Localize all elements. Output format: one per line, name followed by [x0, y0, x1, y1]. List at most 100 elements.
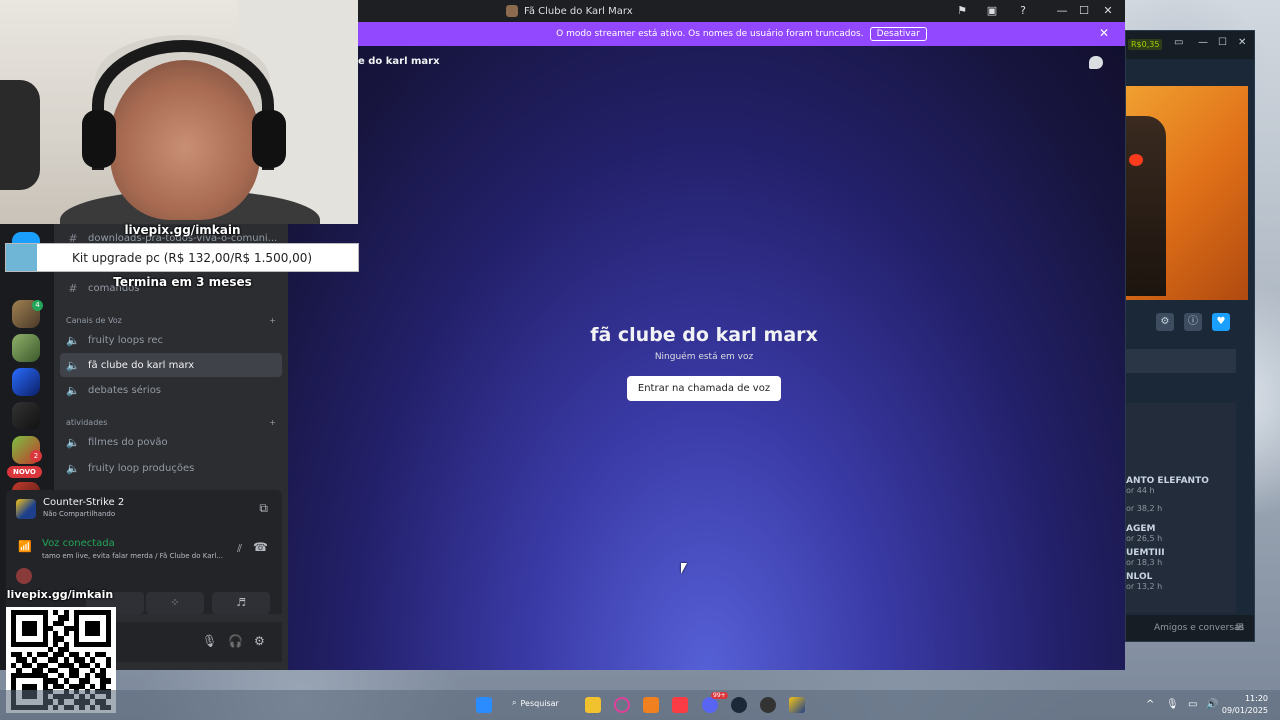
server-icon[interactable] — [12, 402, 40, 430]
screen-share-icon[interactable]: ▣ — [984, 3, 1000, 19]
mouse-cursor — [681, 563, 687, 574]
add-channel-icon[interactable]: + — [269, 316, 276, 325]
tray-mic-icon[interactable]: 🎙 — [1166, 699, 1179, 710]
avatar[interactable] — [16, 568, 32, 584]
steam-taskbar-icon[interactable] — [731, 697, 747, 713]
disable-streamer-mode-button[interactable]: Desativar — [869, 27, 927, 41]
headphones-icon[interactable]: 🎧 — [228, 634, 243, 648]
chat-add-icon[interactable]: ⊞ — [1236, 615, 1244, 641]
music-icon[interactable] — [672, 697, 688, 713]
friend-hours: or 26,5 h — [1126, 534, 1163, 543]
voice-channel[interactable]: 🔈 fruity loop produções — [60, 456, 282, 480]
info-icon[interactable]: ⓘ — [1184, 313, 1202, 331]
webcam-earcup-left — [82, 110, 116, 168]
activities-icon[interactable]: ⁘ — [146, 592, 204, 614]
voice-empty-subtitle: Ninguém está em voz — [654, 352, 754, 362]
signal-icon[interactable]: 📶 — [18, 540, 32, 553]
goal-label: Kit upgrade pc (R$ 132,00/R$ 1.500,00) — [72, 251, 313, 265]
server-icon[interactable] — [12, 334, 40, 362]
category-label: atividades — [66, 418, 108, 427]
file-explorer-icon[interactable] — [585, 697, 601, 713]
help-icon[interactable]: ? — [1015, 3, 1031, 19]
friend-name: UEMTIII — [1126, 548, 1165, 558]
game-name: Counter-Strike 2 — [43, 497, 125, 508]
channel-label: filmes do povão — [88, 436, 168, 448]
screen-share-icon[interactable]: ⧉ — [259, 501, 268, 516]
server-icon[interactable] — [12, 368, 40, 396]
minimize-icon[interactable]: — — [1054, 3, 1070, 19]
friend-hours: or 44 h — [1126, 486, 1155, 495]
tray-expand-icon[interactable]: ^ — [1146, 699, 1154, 710]
webcam-microphone — [0, 80, 40, 190]
game-hero-art[interactable] — [1126, 86, 1248, 300]
fl-studio-icon[interactable] — [643, 697, 659, 713]
gear-icon[interactable]: ⚙ — [254, 634, 265, 648]
voice-channel[interactable]: 🔈 filmes do povão — [60, 430, 282, 454]
channel-label: fruity loop produções — [88, 462, 195, 474]
cs2-taskbar-icon[interactable] — [789, 697, 805, 713]
discord-taskbar-icon[interactable] — [702, 697, 718, 713]
window-title: Fã Clube do Karl Marx — [524, 5, 633, 17]
taskbar-search[interactable]: ⌕ Pesquisar — [512, 698, 559, 708]
search-icon: ⌕ — [512, 698, 517, 707]
voice-empty-state: fã clube do karl marx Ninguém está em vo… — [288, 324, 1120, 401]
steam-minimize-icon[interactable]: — — [1198, 37, 1208, 48]
activity-category[interactable]: atividades + — [66, 418, 276, 427]
qr-module — [105, 662, 111, 668]
qr-module — [105, 678, 111, 684]
steam-game-actions: ⚙ ⓘ ♥ — [1156, 313, 1230, 331]
voice-channel[interactable]: 🔈 debates sérios — [60, 378, 282, 402]
soundboard-icon[interactable]: ♬ — [212, 592, 270, 614]
add-channel-icon[interactable]: + — [269, 418, 276, 427]
chat-icon[interactable] — [1089, 56, 1103, 69]
windows-start-icon[interactable] — [476, 697, 492, 713]
hero-figure — [1126, 116, 1166, 296]
discord-titlebar: Fã Clube do Karl Marx ⚑ ▣ ? — ☐ ✕ — [358, 0, 1125, 22]
steam-search-field[interactable] — [1126, 349, 1236, 373]
steam-close-icon[interactable]: ✕ — [1238, 37, 1246, 48]
voice-channel-selected[interactable]: 🔈 fã clube do karl marx — [60, 353, 282, 377]
browser-icon[interactable] — [614, 697, 630, 713]
donation-goal-bar: Kit upgrade pc (R$ 132,00/R$ 1.500,00) — [5, 243, 359, 272]
close-icon[interactable]: ✕ — [1100, 3, 1116, 19]
webcam-earcup-right — [252, 110, 286, 168]
friend-name: NLOL — [1126, 572, 1153, 582]
speaker-icon: 🔈 — [66, 358, 80, 372]
voice-channel[interactable]: 🔈 fruity loops rec — [60, 328, 282, 352]
maximize-icon[interactable]: ☐ — [1076, 3, 1092, 19]
disconnect-icon[interactable]: ☎ — [253, 540, 268, 554]
steam-maximize-icon[interactable]: ☐ — [1218, 37, 1227, 48]
banner-close-icon[interactable]: ✕ — [1099, 26, 1109, 40]
steam-friend-row[interactable]: NLOL or 13,2 h — [1126, 572, 1246, 591]
game-activity-card[interactable]: Counter-Strike 2 Não Compartilhando ⧉ — [6, 490, 282, 528]
gear-icon[interactable]: ⚙ — [1156, 313, 1174, 331]
voice-status[interactable]: Voz conectada — [42, 538, 115, 549]
flag-icon[interactable]: ⚑ — [954, 3, 970, 19]
tray-network-icon[interactable]: ▭ — [1188, 699, 1197, 710]
steam-friends-footer[interactable]: Amigos e conversas ⊞ — [1126, 615, 1254, 641]
noise-suppression-icon[interactable]: ⫽ — [237, 542, 242, 556]
join-voice-button[interactable]: Entrar na chamada de voz — [626, 376, 782, 401]
clock-date: 09/01/2025 — [1221, 706, 1268, 715]
steam-friend-row[interactable]: ANTO ELEFANTO or 44 h — [1126, 476, 1246, 495]
steam-friend-row[interactable]: UEMTIII or 18,3 h — [1126, 548, 1246, 567]
steam-friend-row[interactable]: or 38,2 h — [1126, 504, 1246, 513]
steam-wallet-balance[interactable]: R$0,35 — [1128, 39, 1163, 50]
windows-taskbar: ⌕ Pesquisar 99+ ^ 🎙 ▭ 🔊 11:20 09/01/2025 — [0, 690, 1280, 720]
microphone-icon[interactable]: 🎙 — [202, 634, 217, 648]
channel-header-title: e do karl marx — [358, 56, 440, 67]
steam-display-icon[interactable]: ▭ — [1174, 37, 1183, 48]
voice-channel-detail[interactable]: tamo em live, evita falar merda / Fã Clu… — [42, 552, 223, 560]
webcam-headset — [92, 40, 274, 170]
speaker-icon: 🔈 — [66, 333, 80, 347]
clock-time: 11:20 — [1244, 694, 1268, 703]
voice-category[interactable]: Canais de Voz + — [66, 316, 276, 325]
tray-volume-icon[interactable]: 🔊 — [1206, 699, 1218, 710]
window-title-group: Fã Clube do Karl Marx — [506, 0, 633, 22]
voice-connection-panel: 📶 Voz conectada tamo em live, evita fala… — [6, 528, 282, 614]
goal-ends-text: Termina em 3 meses — [113, 275, 252, 289]
heart-icon[interactable]: ♥ — [1212, 313, 1230, 331]
obs-icon[interactable] — [760, 697, 776, 713]
taskbar-clock[interactable]: 11:20 09/01/2025 — [1222, 693, 1268, 717]
steam-friend-row[interactable]: AGEM or 26,5 h — [1126, 524, 1246, 543]
